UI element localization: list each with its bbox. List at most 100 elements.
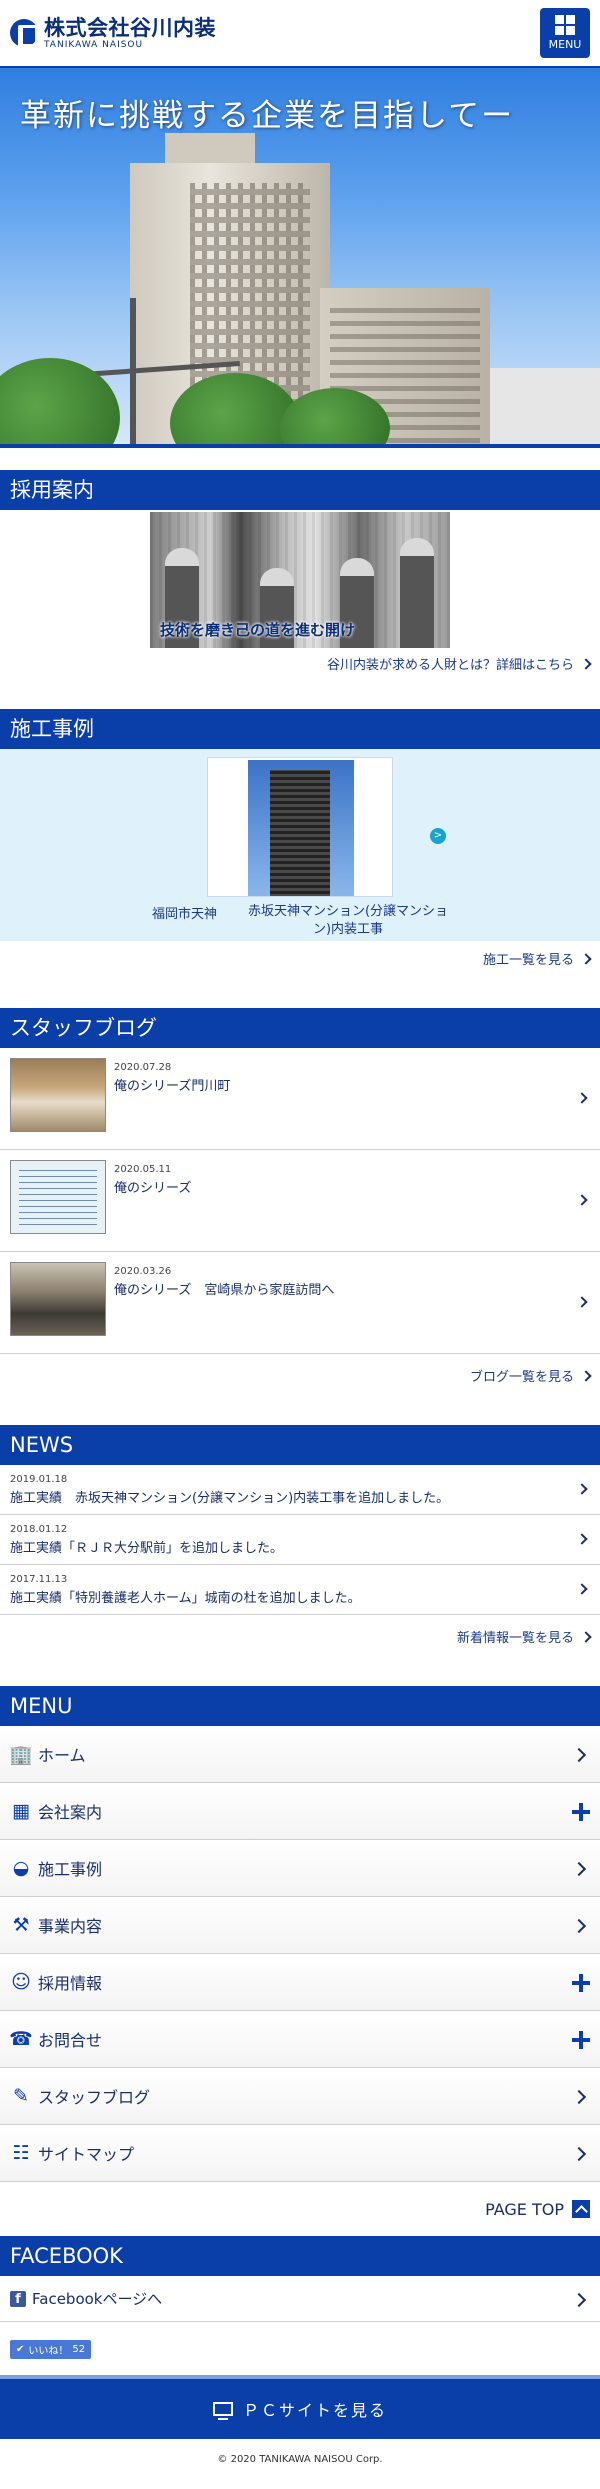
menu-item-works[interactable]: ◒ 施工事例: [0, 1840, 600, 1897]
blog-date: 2020.03.26: [114, 1266, 172, 1277]
works-slide[interactable]: [207, 757, 393, 897]
section-heading-menu: MENU: [0, 1686, 600, 1726]
menu-item-label: 会社案内: [38, 1803, 103, 1822]
blog-date: 2020.05.11: [114, 1164, 172, 1175]
works-more-link[interactable]: 施工一覧を見る: [0, 949, 600, 968]
news-title: 施工実績「特別養護老人ホーム」城南の杜を追加しました。: [10, 1590, 361, 1606]
chevron-right-icon: [576, 1296, 588, 1308]
blog-thumbnail: [10, 1262, 106, 1336]
facebook-page-link[interactable]: f Facebookページへ: [0, 2276, 600, 2322]
menu-item-recruit[interactable]: ☺ 採用情報: [0, 1954, 600, 2011]
blog-title: 俺のシリーズ 宮崎県から家庭訪問へ: [114, 1283, 335, 1298]
news-more-link[interactable]: 新着情報一覧を見る: [0, 1627, 600, 1646]
company-name: 株式会社谷川内装: [44, 15, 216, 40]
company-sub: TANIKAWA NAISOU: [44, 39, 144, 50]
chevron-right-icon: [576, 1533, 588, 1545]
helmet-icon: ◒: [12, 1857, 30, 1879]
chevron-right-icon: [580, 1369, 592, 1382]
chevron-right-icon: [576, 1483, 588, 1495]
blog-title: 俺のシリーズ門川町: [114, 1079, 231, 1094]
building-icon: 🏢: [9, 1743, 33, 1766]
logo-icon: [10, 19, 38, 47]
menu-item-label: 採用情報: [38, 1974, 103, 1993]
copyright: © 2020 TANIKAWA NAISOU Corp.: [217, 2453, 383, 2465]
hero-title: 革新に挑戦する企業を目指してー: [20, 98, 515, 134]
blog-item[interactable]: 2020.03.26 俺のシリーズ 宮崎県から家庭訪問へ: [0, 1252, 600, 1354]
works-photo: [248, 760, 354, 896]
plus-icon: [572, 1974, 590, 1992]
chevron-right-icon: [571, 2292, 587, 2308]
sitemap-icon: ☷: [12, 2142, 30, 2164]
news-title: 施工実績 赤坂天神マンション(分譲マンション)内装工事を追加しました。: [10, 1490, 450, 1506]
chevron-right-icon: [580, 657, 592, 670]
menu-item-label: ホーム: [38, 1746, 86, 1765]
blog-thumbnail: [10, 1058, 106, 1132]
works-caption-title: 赤坂天神マンション(分譲マンション)内装工事: [247, 904, 449, 937]
menu-item-label: お問合せ: [38, 2031, 103, 2050]
grid-icon: [555, 15, 575, 35]
blog-item[interactable]: 2020.07.28 俺のシリーズ門川町: [0, 1048, 600, 1150]
news-item[interactable]: 2019.01.18 施工実績 赤坂天神マンション(分譲マンション)内装工事を追…: [0, 1465, 600, 1515]
facebook-like-button[interactable]: ✔ いいね！ 52: [10, 2340, 92, 2359]
hero-banner: 革新に挑戦する企業を目指してー: [0, 68, 600, 448]
chevron-right-icon: [571, 2089, 587, 2105]
chevron-right-icon: [580, 1630, 592, 1643]
blog-date: 2020.07.28: [114, 1062, 172, 1073]
section-heading-facebook: FACEBOOK: [0, 2236, 600, 2276]
menu-item-label: サイトマップ: [38, 2145, 135, 2164]
like-count: 52: [72, 2344, 86, 2355]
logo-text: 株式会社谷川内装 TANIKAWA NAISOU: [44, 17, 216, 50]
chevron-right-icon: [580, 952, 592, 965]
facebook-icon: f: [10, 2290, 26, 2307]
works-more-label: 施工一覧を見る: [482, 953, 574, 968]
chevron-right-icon: [571, 2146, 587, 2162]
blog-more-link[interactable]: ブログ一覧を見る: [0, 1366, 600, 1385]
blog-title: 俺のシリーズ: [114, 1181, 192, 1196]
menu-item-blog[interactable]: ✎ スタッフブログ: [0, 2068, 600, 2125]
section-heading-recruit: 採用案内: [0, 470, 600, 510]
facebook-link-label: Facebookページへ: [32, 2290, 163, 2308]
news-date: 2018.01.12: [10, 1523, 68, 1535]
like-label: いいね！: [28, 2346, 69, 2357]
worker-figure: [400, 538, 434, 648]
menu-item-label: 施工事例: [38, 1860, 103, 1879]
menu-item-sitemap[interactable]: ☷ サイトマップ: [0, 2125, 600, 2182]
logo-link[interactable]: 株式会社谷川内装 TANIKAWA NAISOU: [10, 17, 216, 50]
news-item[interactable]: 2017.11.13 施工実績「特別養護老人ホーム」城南の杜を追加しました。: [0, 1565, 600, 1615]
plus-icon: [572, 2031, 590, 2049]
chevron-right-icon: [571, 1918, 587, 1934]
menu-button[interactable]: MENU: [540, 8, 590, 58]
chevron-right-icon: [571, 1747, 587, 1763]
grid-icon: ▦: [12, 1800, 30, 1822]
pencil-icon: ✎: [13, 2085, 29, 2107]
chevron-right-icon: [571, 1861, 587, 1877]
menu-item-label: スタッフブログ: [38, 2088, 151, 2107]
news-date: 2017.11.13: [10, 1573, 68, 1585]
menu-item-label: 事業内容: [38, 1917, 103, 1936]
hero-building-far: [490, 368, 600, 444]
recruit-more-link[interactable]: 谷川内装が求める人財とは？詳細はこちら: [0, 654, 600, 673]
carousel-next-button[interactable]: >: [430, 828, 446, 844]
menu-item-business[interactable]: ⚒ 事業内容: [0, 1897, 600, 1954]
blog-item[interactable]: 2020.05.11 俺のシリーズ: [0, 1150, 600, 1252]
menu-item-company[interactable]: ▦ 会社案内: [0, 1783, 600, 1840]
news-more-label: 新着情報一覧を見る: [456, 1631, 574, 1646]
site-header: 株式会社谷川内装 TANIKAWA NAISOU MENU: [0, 0, 600, 68]
chevron-right-icon: [576, 1092, 588, 1104]
pc-site-button[interactable]: ＰＣサイトを見る: [0, 2375, 600, 2439]
menu-button-label: MENU: [548, 38, 582, 51]
monitor-icon: [212, 2402, 233, 2420]
chevron-right-icon: [576, 1194, 588, 1206]
footer: © 2020 TANIKAWA NAISOU Corp.: [0, 2439, 600, 2479]
menu-item-home[interactable]: 🏢 ホーム: [0, 1726, 600, 1783]
news-item[interactable]: 2018.01.12 施工実績「ＲＪＲ大分駅前」を追加しました。: [0, 1515, 600, 1565]
works-caption-location: 福岡市天神: [152, 907, 218, 922]
news-title: 施工実績「ＲＪＲ大分駅前」を追加しました。: [10, 1540, 284, 1556]
menu-item-contact[interactable]: ☎ お問合せ: [0, 2011, 600, 2068]
blog-thumbnail: [10, 1160, 106, 1234]
phone-icon: ☎: [9, 2028, 33, 2050]
check-icon: ✔: [16, 2344, 25, 2355]
section-heading-blog: スタッフブログ: [0, 1008, 600, 1048]
page-top-link[interactable]: PAGE TOP: [0, 2182, 600, 2236]
recruit-banner[interactable]: 技術を磨き己の道を進む開け: [150, 512, 450, 648]
